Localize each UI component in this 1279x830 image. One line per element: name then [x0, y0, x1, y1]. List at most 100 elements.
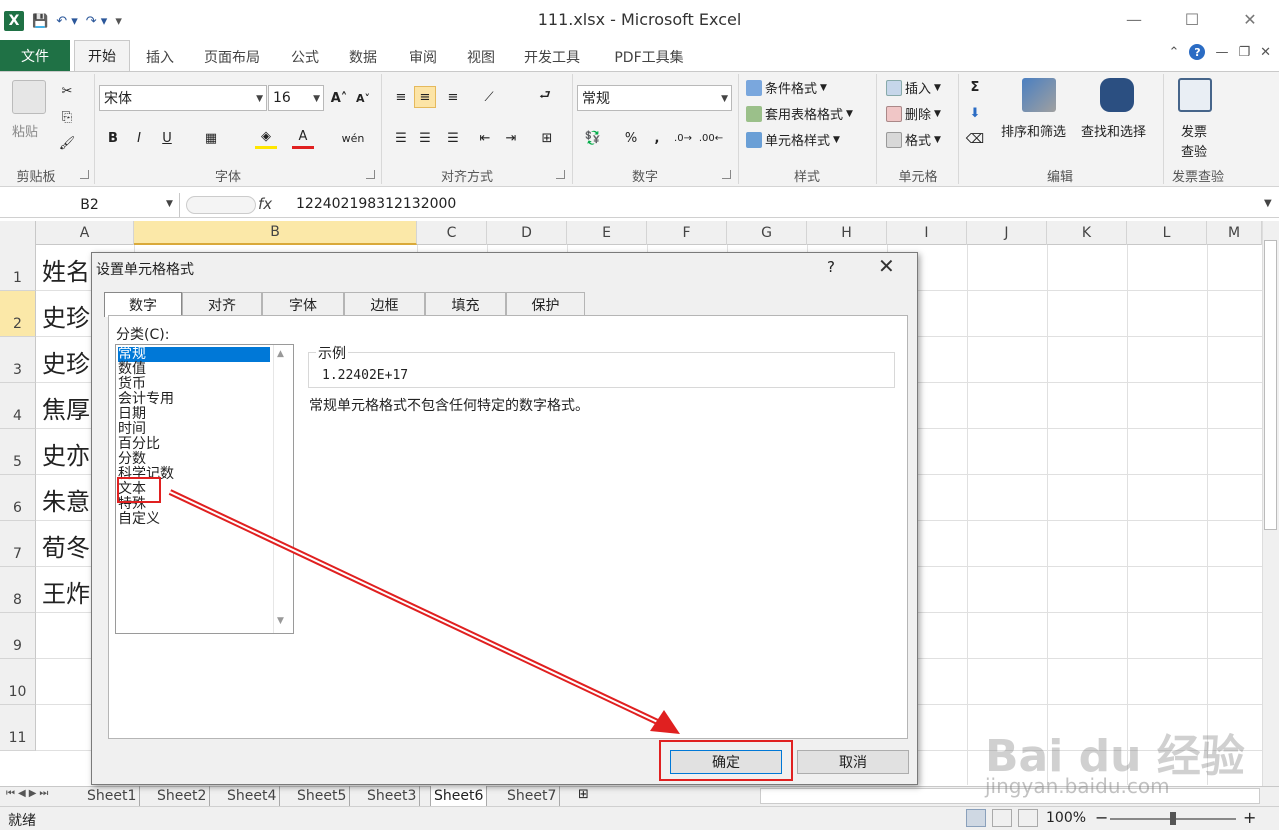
- invoice-check-label-1[interactable]: 发票: [1181, 121, 1207, 140]
- decrease-indent-icon[interactable]: ⇤: [474, 127, 496, 149]
- select-all-button[interactable]: [0, 221, 36, 245]
- underline-icon[interactable]: U: [156, 127, 178, 149]
- dialog-tab-alignment[interactable]: 对齐: [182, 292, 262, 316]
- normal-view-icon[interactable]: [966, 809, 986, 827]
- row-header-1[interactable]: 1: [0, 245, 36, 291]
- dialog-tab-fill[interactable]: 填充: [425, 292, 506, 316]
- align-left-icon[interactable]: ☰: [390, 127, 412, 149]
- align-bottom-icon[interactable]: ≡: [442, 86, 464, 108]
- increase-decimal-icon[interactable]: .0→: [672, 127, 694, 149]
- cell-styles-button[interactable]: 单元格样式 ▼: [746, 130, 840, 149]
- row-header-11[interactable]: 11: [0, 705, 36, 751]
- autosum-icon[interactable]: Σ: [964, 76, 986, 98]
- format-as-table-button[interactable]: 套用表格格式 ▼: [746, 104, 853, 123]
- dialog-tab-border[interactable]: 边框: [344, 292, 425, 316]
- row-header-6[interactable]: 6: [0, 475, 36, 521]
- tab-page-layout[interactable]: 页面布局: [196, 44, 268, 70]
- category-item[interactable]: 货币: [118, 377, 270, 392]
- percent-button[interactable]: %: [620, 127, 642, 149]
- align-center-icon[interactable]: ☰: [414, 127, 436, 149]
- find-select-icon[interactable]: [1100, 78, 1134, 112]
- vertical-scroll-thumb[interactable]: [1264, 240, 1277, 530]
- font-name-combo[interactable]: 宋体 ▼: [99, 85, 267, 111]
- sheet-nav-arrows-icon[interactable]: ⏮◀▶⏭: [6, 788, 51, 799]
- align-right-icon[interactable]: ☰: [442, 127, 464, 149]
- minimize-button[interactable]: —: [1105, 6, 1163, 32]
- dialog-close-button[interactable]: ✕: [878, 254, 895, 278]
- category-list-scrollbar[interactable]: [273, 345, 293, 633]
- sheet-tab-sheet7[interactable]: Sheet7: [504, 786, 561, 806]
- increase-indent-icon[interactable]: ⇥: [500, 127, 522, 149]
- align-top-icon[interactable]: ≡: [390, 86, 412, 108]
- zoom-in-button[interactable]: +: [1243, 808, 1256, 827]
- wrap-text-icon[interactable]: ⮐: [534, 86, 556, 108]
- format-painter-icon[interactable]: 🖌: [56, 132, 78, 154]
- conditional-format-button[interactable]: 条件格式 ▼: [746, 78, 827, 97]
- new-sheet-icon[interactable]: ⊞: [578, 787, 589, 802]
- sheet-tab-sheet2[interactable]: Sheet2: [154, 786, 211, 806]
- shrink-font-icon[interactable]: A˅: [352, 87, 374, 109]
- row-header-9[interactable]: 9: [0, 613, 36, 659]
- tab-insert[interactable]: 插入: [138, 44, 182, 70]
- invoice-check-icon[interactable]: [1178, 78, 1212, 112]
- collapse-ribbon-icon[interactable]: ⌃: [1169, 45, 1180, 60]
- bold-icon[interactable]: B: [102, 127, 124, 149]
- zoom-slider-thumb[interactable]: [1170, 812, 1176, 825]
- formula-bar-splitter[interactable]: [186, 196, 256, 214]
- format-cells-button[interactable]: 格式 ▼: [886, 130, 941, 149]
- cell-a8[interactable]: 王炸: [42, 574, 90, 609]
- ribbon-close-icon[interactable]: ✕: [1260, 45, 1271, 60]
- sheet-tab-sheet6[interactable]: Sheet6: [430, 786, 488, 806]
- row-header-3[interactable]: 3: [0, 337, 36, 383]
- accounting-icon[interactable]: 💱: [582, 127, 604, 149]
- column-header-f[interactable]: F: [647, 221, 727, 245]
- column-header-m[interactable]: M: [1207, 221, 1262, 245]
- scroll-down-icon[interactable]: ▼: [277, 616, 284, 626]
- fill-icon[interactable]: ⬇: [964, 102, 986, 124]
- sort-filter-button[interactable]: 排序和筛选: [1001, 121, 1066, 140]
- delete-cells-button[interactable]: 删除 ▼: [886, 104, 941, 123]
- sheet-tab-sheet3[interactable]: Sheet3: [364, 786, 421, 806]
- page-layout-view-icon[interactable]: [992, 809, 1012, 827]
- invoice-check-label-2[interactable]: 查验: [1181, 141, 1207, 160]
- column-header-c[interactable]: C: [417, 221, 487, 245]
- row-header-7[interactable]: 7: [0, 521, 36, 567]
- row-header-4[interactable]: 4: [0, 383, 36, 429]
- column-header-a[interactable]: A: [36, 221, 134, 245]
- dialog-tab-number[interactable]: 数字: [104, 292, 182, 317]
- paste-icon[interactable]: [12, 80, 46, 114]
- insert-function-icon[interactable]: fx: [258, 195, 272, 213]
- orientation-icon[interactable]: ⟋: [478, 86, 500, 108]
- tab-developer[interactable]: 开发工具: [516, 44, 588, 70]
- font-launcher-icon[interactable]: [366, 170, 375, 179]
- align-middle-icon[interactable]: ≡: [414, 86, 436, 108]
- column-header-j[interactable]: J: [967, 221, 1047, 245]
- cell-a7[interactable]: 荀冬: [42, 528, 90, 563]
- restore-button[interactable]: ☐: [1163, 6, 1221, 32]
- category-item[interactable]: 时间: [118, 422, 270, 437]
- column-header-g[interactable]: G: [727, 221, 807, 245]
- column-header-d[interactable]: D: [487, 221, 567, 245]
- cell-a5[interactable]: 史亦: [42, 436, 90, 471]
- row-header-8[interactable]: 8: [0, 567, 36, 613]
- category-item[interactable]: 会计专用: [118, 392, 270, 407]
- category-item[interactable]: 日期: [118, 407, 270, 422]
- column-header-l[interactable]: L: [1127, 221, 1207, 245]
- help-icon[interactable]: ?: [1189, 44, 1206, 60]
- cell-a2[interactable]: 史珍: [42, 298, 90, 333]
- clear-icon[interactable]: ⌫: [964, 128, 986, 150]
- paste-button[interactable]: 粘贴: [12, 121, 38, 140]
- alignment-launcher-icon[interactable]: [556, 170, 565, 179]
- category-item[interactable]: 分数: [118, 452, 270, 467]
- column-header-i[interactable]: I: [887, 221, 967, 245]
- tab-data[interactable]: 数据: [340, 44, 386, 70]
- tab-formulas[interactable]: 公式: [282, 44, 328, 70]
- cell-a1[interactable]: 姓名: [42, 252, 90, 287]
- sheet-tab-sheet1[interactable]: Sheet1: [84, 786, 141, 806]
- zoom-level[interactable]: 100%: [1046, 810, 1086, 826]
- dialog-tab-font[interactable]: 字体: [262, 292, 344, 316]
- clipboard-launcher-icon[interactable]: [80, 170, 89, 179]
- tab-review[interactable]: 审阅: [400, 44, 446, 70]
- cell-a3[interactable]: 史珍: [42, 344, 90, 379]
- copy-icon[interactable]: ⎘: [56, 106, 78, 128]
